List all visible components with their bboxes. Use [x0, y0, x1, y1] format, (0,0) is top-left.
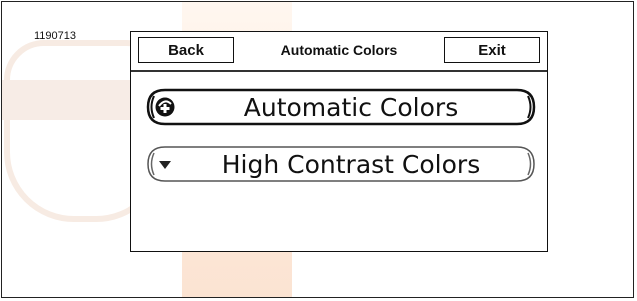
header-bar: Back Automatic Colors Exit — [131, 32, 547, 72]
figure-id-label: 1190713 — [34, 30, 77, 42]
option-high-contrast-colors[interactable]: High Contrast Colors — [145, 144, 537, 184]
back-button[interactable]: Back — [138, 37, 234, 63]
selected-radio-icon — [155, 97, 175, 117]
unselected-arrow-icon — [159, 161, 171, 169]
page-title: Automatic Colors — [280, 42, 398, 58]
exit-button[interactable]: Exit — [444, 37, 540, 63]
option-automatic-colors[interactable]: Automatic Colors — [145, 87, 537, 127]
figure-frame: 1190713 Back Automatic Colors Exit Autom… — [1, 1, 634, 298]
option-label: High Contrast Colors — [221, 149, 481, 179]
display-screen: Back Automatic Colors Exit Automatic Col… — [130, 31, 548, 252]
option-label: Automatic Colors — [243, 92, 459, 122]
